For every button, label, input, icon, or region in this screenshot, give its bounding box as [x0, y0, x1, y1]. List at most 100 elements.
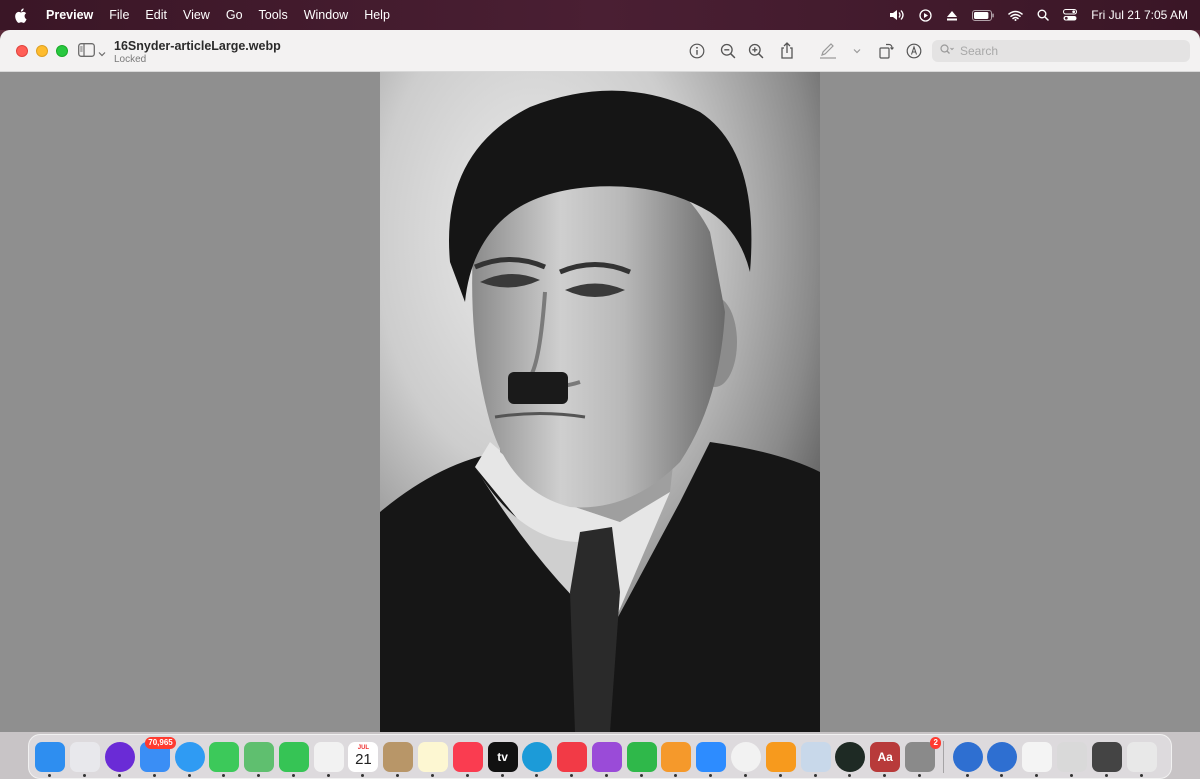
dock-activity-monitor-icon[interactable] [835, 741, 866, 777]
running-indicator [500, 773, 504, 777]
zoom-out-icon[interactable] [719, 42, 737, 60]
dock-mail-icon[interactable]: 70,965 [139, 736, 176, 777]
running-indicator [465, 773, 469, 777]
search-field[interactable] [932, 40, 1190, 62]
running-indicator [1139, 773, 1143, 777]
now-playing-icon[interactable] [919, 8, 932, 22]
dock-pages-icon[interactable] [661, 741, 692, 777]
running-indicator [187, 773, 191, 777]
running-indicator [1035, 773, 1039, 777]
chevron-down-icon [98, 44, 106, 62]
menu-edit[interactable]: Edit [145, 8, 167, 22]
running-indicator [326, 773, 330, 777]
dock-photos-icon[interactable] [313, 741, 344, 777]
running-indicator [744, 773, 748, 777]
dock-zoom-icon[interactable] [696, 741, 727, 777]
zoom-in-icon[interactable] [747, 42, 765, 60]
sidebar-toggle-button[interactable] [78, 43, 106, 62]
dock-globe-2-icon[interactable] [987, 741, 1018, 777]
portrait-photo [380, 72, 820, 732]
dock-dictionary-icon[interactable]: Aa [870, 741, 901, 777]
dock-globe-1-icon[interactable] [952, 741, 983, 777]
dock-maps-icon[interactable] [244, 741, 275, 777]
running-indicator [778, 773, 782, 777]
search-input[interactable] [960, 44, 1160, 58]
menu-file[interactable]: File [109, 8, 129, 22]
info-icon[interactable] [688, 42, 706, 60]
dock-finder-icon[interactable] [35, 741, 66, 777]
menu-window[interactable]: Window [304, 8, 348, 22]
document-title: 16Snyder-articleLarge.webp [114, 39, 281, 53]
wifi-icon[interactable] [1008, 10, 1024, 21]
eject-icon[interactable] [946, 10, 958, 21]
dock-music-icon[interactable] [452, 741, 483, 777]
dock-news-icon[interactable] [557, 741, 588, 777]
dock-safari-icon[interactable] [174, 741, 205, 777]
running-indicator [1104, 773, 1108, 777]
dock-launchpad-icon[interactable] [70, 741, 101, 777]
dock-document-icon[interactable] [1022, 741, 1053, 777]
dock-folder-stack-icon[interactable] [1091, 741, 1122, 777]
markup-pen-icon[interactable] [819, 42, 837, 60]
dock-edge-icon[interactable] [522, 741, 553, 777]
dock-trash-icon[interactable] [1126, 741, 1157, 777]
running-indicator [639, 773, 643, 777]
running-indicator [257, 773, 261, 777]
running-indicator [361, 773, 365, 777]
dock-books-icon[interactable] [765, 741, 796, 777]
dock-contacts-icon[interactable] [383, 741, 414, 777]
apple-menu-icon[interactable] [14, 7, 30, 23]
running-indicator [48, 773, 52, 777]
document-image [380, 72, 820, 732]
menubar-clock[interactable]: Fri Jul 21 7:05 AM [1091, 8, 1188, 22]
dock-numbers-icon[interactable] [626, 741, 657, 777]
dock-notes-icon[interactable] [417, 741, 448, 777]
battery-icon[interactable] [972, 9, 995, 21]
running-indicator [1000, 773, 1004, 777]
close-button[interactable] [16, 45, 28, 57]
running-indicator [570, 773, 574, 777]
spotlight-search-icon[interactable] [1037, 9, 1050, 21]
running-indicator [709, 773, 713, 777]
running-indicator [917, 773, 921, 777]
share-icon[interactable] [778, 42, 796, 60]
running-indicator [430, 773, 434, 777]
dock: 70,965 JUL 21 tv Aa 2 [28, 734, 1172, 779]
dock-facetime-icon[interactable] [278, 741, 309, 777]
dock-screenshot-icon[interactable] [1057, 741, 1088, 777]
dock-calendar-icon[interactable]: JUL 21 [348, 741, 379, 777]
dock-icon-glyph: tv [497, 749, 508, 764]
notification-badge: 2 [930, 736, 941, 749]
title-bar: 16Snyder-articleLarge.webp Locked [0, 30, 1200, 72]
dock-system-settings-icon[interactable]: 2 [904, 736, 941, 777]
running-indicator [222, 773, 226, 777]
menu-app-name[interactable]: Preview [46, 8, 93, 22]
control-center-icon[interactable] [1063, 9, 1078, 21]
menu-tools[interactable]: Tools [259, 8, 288, 22]
menu-go[interactable]: Go [226, 8, 243, 22]
menu-view[interactable]: View [183, 8, 210, 22]
rotate-icon[interactable] [877, 42, 895, 60]
running-indicator [152, 773, 156, 777]
dock-tv-icon[interactable]: tv [487, 741, 518, 777]
markup-menu-chevron-icon[interactable] [848, 42, 866, 60]
document-title-block[interactable]: 16Snyder-articleLarge.webp Locked [114, 39, 281, 65]
dock-firefox-icon[interactable] [104, 741, 135, 777]
window-controls [16, 45, 68, 57]
sidebar-icon [78, 43, 95, 62]
search-icon [940, 42, 954, 60]
fullscreen-button[interactable] [56, 45, 68, 57]
dock-preview-icon[interactable] [800, 741, 831, 777]
notification-badge: 70,965 [145, 736, 176, 749]
running-indicator [1070, 773, 1074, 777]
markup-toolbar-icon[interactable] [905, 42, 923, 60]
dock-messages-icon[interactable] [209, 741, 240, 777]
preview-window: 16Snyder-articleLarge.webp Locked [0, 30, 1200, 732]
volume-icon[interactable] [889, 9, 905, 21]
dock-chrome-icon[interactable] [731, 741, 762, 777]
running-indicator [674, 773, 678, 777]
dock-podcasts-icon[interactable] [591, 741, 622, 777]
minimize-button[interactable] [36, 45, 48, 57]
calendar-day: 21 [355, 751, 372, 768]
menu-help[interactable]: Help [364, 8, 390, 22]
